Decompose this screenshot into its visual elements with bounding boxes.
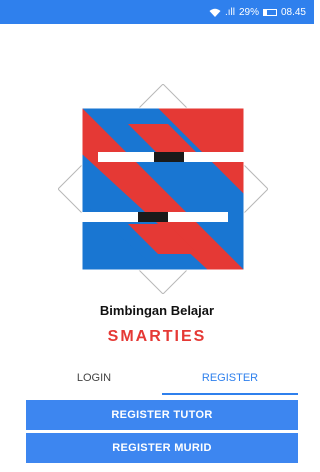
tab-login[interactable]: LOGIN bbox=[26, 363, 162, 397]
status-bar: .ıll 29% 08.45 bbox=[0, 0, 314, 24]
wifi-icon bbox=[209, 8, 221, 17]
app-title: SMARTIES bbox=[107, 328, 207, 345]
auth-tabs: LOGIN REGISTER bbox=[26, 363, 298, 397]
battery-icon bbox=[262, 8, 277, 16]
battery-percent: 29% bbox=[238, 6, 259, 18]
app-screen: .ıll 29% 08.45 Bimbingan Belajar SMARTIE… bbox=[0, 0, 314, 472]
register-tutor-button[interactable]: REGISTER TUTOR bbox=[26, 400, 298, 430]
smarties-logo bbox=[58, 84, 268, 294]
register-murid-button[interactable]: REGISTER MURID bbox=[26, 433, 298, 463]
app-subtitle: Bimbingan Belajar bbox=[99, 303, 215, 318]
clock: 08.45 bbox=[280, 6, 306, 18]
tab-register[interactable]: REGISTER bbox=[162, 363, 298, 397]
signal-icon: .ıll bbox=[224, 6, 235, 18]
